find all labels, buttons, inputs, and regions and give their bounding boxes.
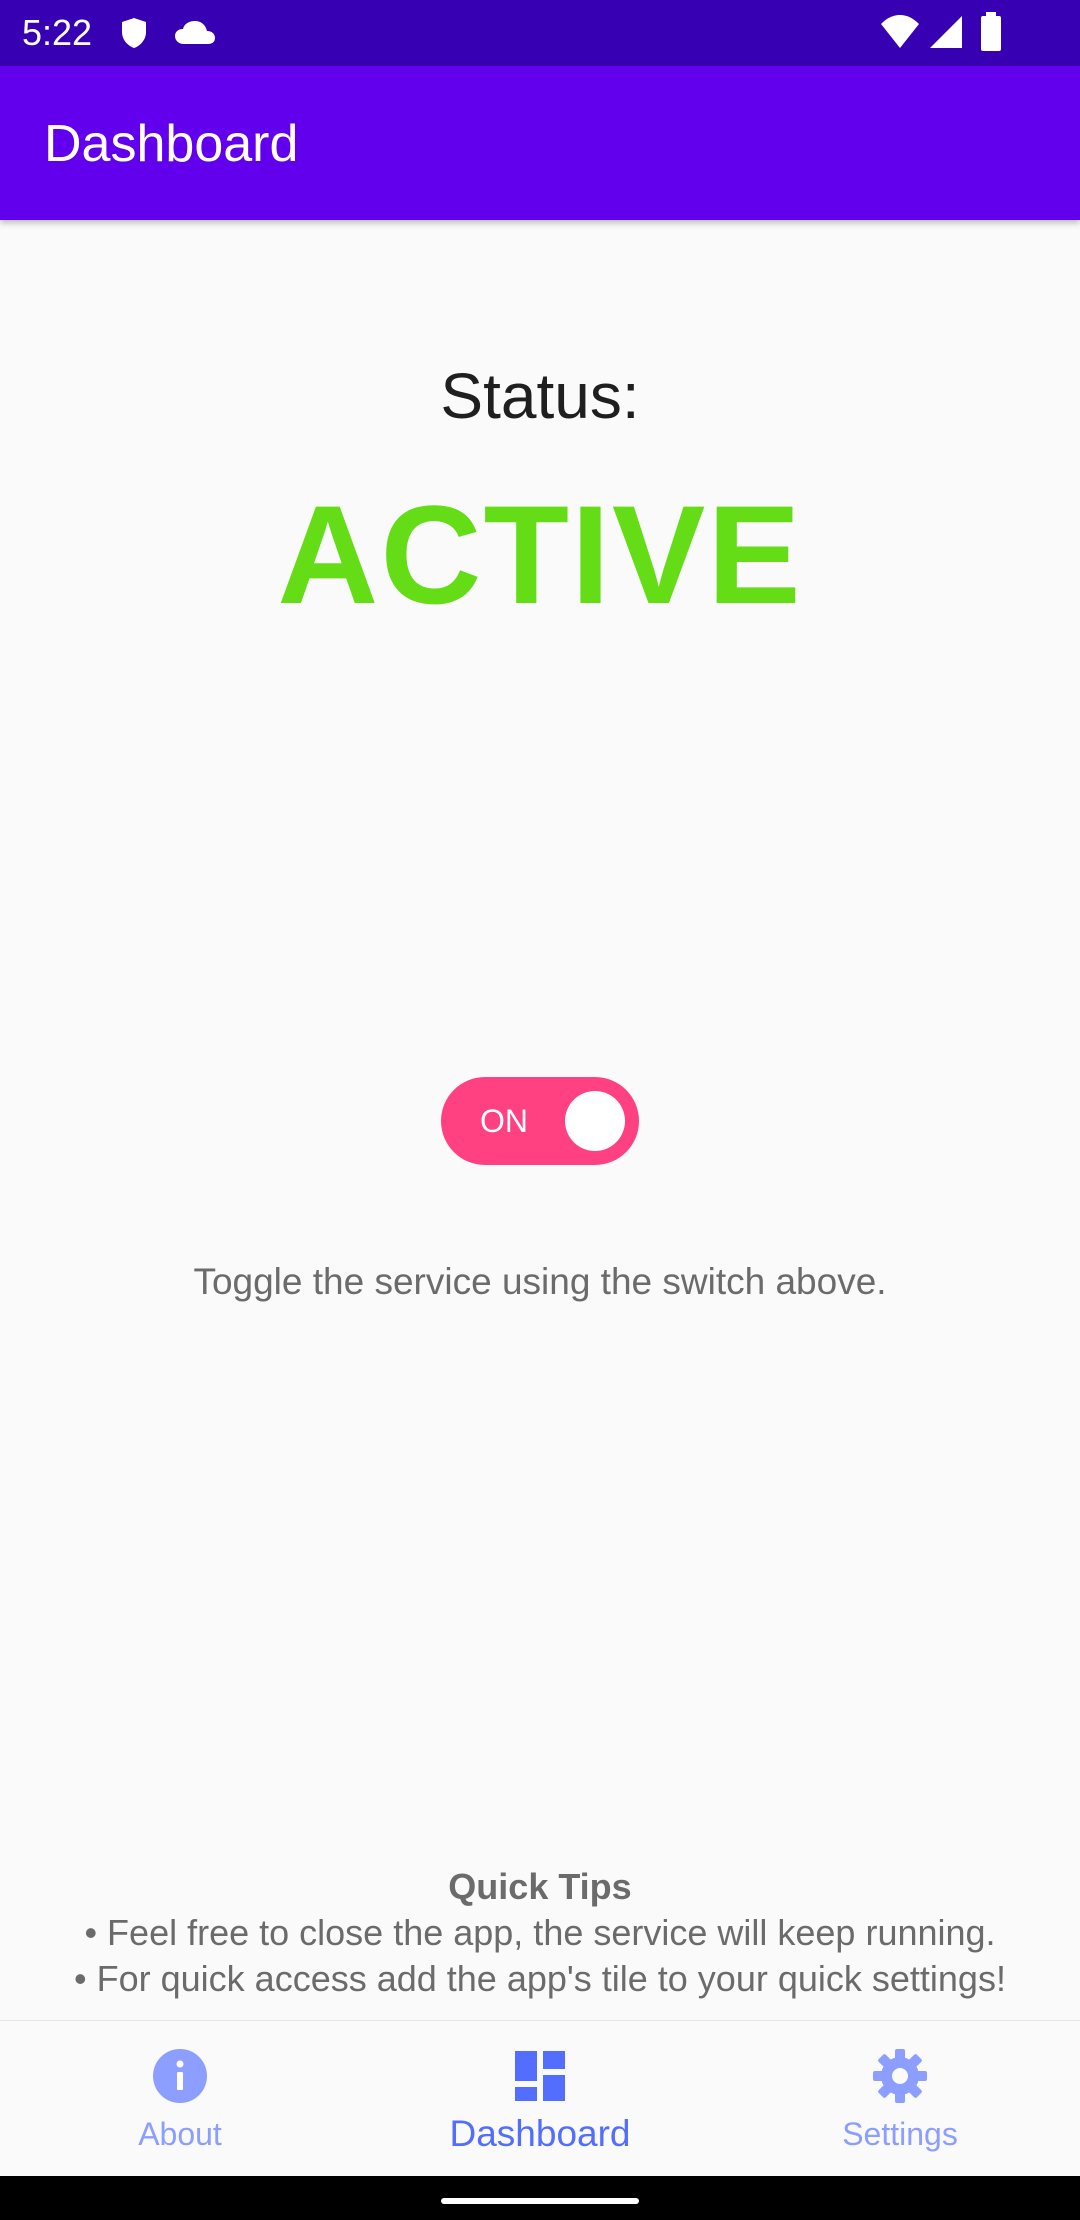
app-bar: Dashboard [0, 66, 1080, 220]
nav-label-about: About [138, 2116, 222, 2152]
home-gesture-handle[interactable] [441, 2198, 639, 2204]
status-bar: 5:22 [0, 0, 1080, 66]
bottom-navigation: About Dashboard Settings [0, 2020, 1080, 2177]
status-value: ACTIVE [277, 476, 803, 633]
info-icon [153, 2049, 207, 2103]
shield-icon [122, 18, 146, 48]
gear-icon [873, 2049, 927, 2103]
screen: 5:22 Dashboard Status: ACTIVE ON Toggle … [0, 0, 1080, 2220]
gesture-navigation-bar [0, 2176, 1080, 2220]
quick-tips-title: Quick Tips [448, 1866, 632, 1907]
wifi-icon [881, 15, 919, 48]
nav-item-settings[interactable]: Settings [720, 2021, 1080, 2177]
quick-tip-item: • For quick access add the app's tile to… [74, 1958, 1006, 1999]
service-toggle-switch[interactable]: ON [441, 1077, 639, 1165]
status-label: Status: [440, 360, 640, 432]
status-time: 5:22 [22, 12, 93, 53]
toggle-thumb [565, 1091, 625, 1151]
quick-tips: Quick Tips • Feel free to close the app,… [0, 1864, 1080, 2002]
nav-label-dashboard: Dashboard [449, 2113, 631, 2154]
battery-icon [981, 12, 1001, 51]
signal-icon [930, 16, 962, 48]
app-bar-title: Dashboard [44, 115, 299, 173]
toggle-hint: Toggle the service using the switch abov… [193, 1261, 887, 1302]
quick-tip-item: • Feel free to close the app, the servic… [84, 1912, 996, 1953]
nav-label-settings: Settings [842, 2116, 958, 2152]
toggle-label: ON [480, 1103, 528, 1139]
dashboard-icon [515, 2051, 565, 2101]
nav-item-dashboard[interactable]: Dashboard [360, 2021, 720, 2177]
cloud-icon [175, 21, 215, 44]
nav-item-about[interactable]: About [0, 2021, 360, 2177]
